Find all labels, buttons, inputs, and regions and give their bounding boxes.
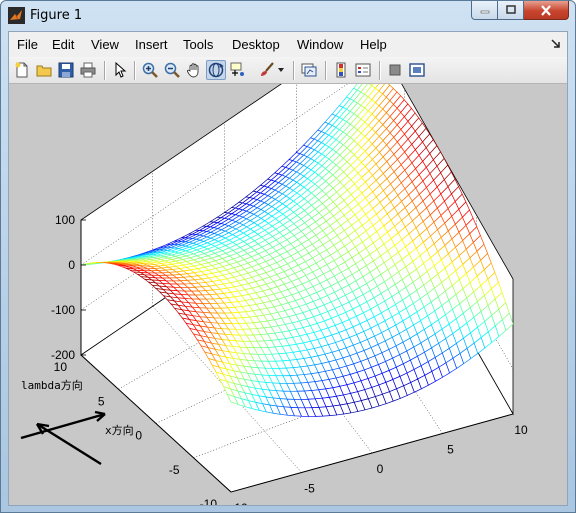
y-tick-label: 0 (135, 429, 142, 443)
y-tick-label: -5 (169, 463, 180, 477)
close-button[interactable] (524, 1, 569, 20)
legend-icon (355, 63, 371, 77)
x-tick-label: 0 (377, 462, 384, 476)
menu-edit[interactable]: Edit (52, 37, 74, 52)
maximize-icon (505, 5, 516, 14)
z-tick-label: 0 (68, 258, 75, 272)
menu-tools[interactable]: Tools (183, 37, 213, 52)
arrow-pointer-icon (115, 62, 127, 78)
menu-desktop[interactable]: Desktop (232, 37, 280, 52)
dock-arrow-icon[interactable] (551, 39, 561, 49)
minimize-icon (480, 10, 489, 14)
pan-button[interactable] (184, 60, 204, 80)
y-tick-label: 5 (98, 394, 105, 408)
open-file-button[interactable] (34, 60, 54, 80)
menu-bar: File Edit View Insert Tools Desktop Wind… (9, 32, 567, 57)
printer-icon (80, 62, 96, 78)
figure-toolbar (9, 57, 567, 84)
minimize-button[interactable] (471, 1, 498, 20)
matlab-icon (8, 7, 25, 24)
brush-button[interactable] (257, 60, 277, 80)
save-icon (58, 62, 74, 78)
hand-icon (186, 63, 199, 78)
zoom-out-icon (164, 62, 180, 78)
hide-plot-tools-icon (389, 64, 401, 76)
menu-help[interactable]: Help (360, 37, 387, 52)
insert-legend-button[interactable] (353, 60, 373, 80)
colorbar-icon (336, 62, 346, 78)
menu-file[interactable]: File (17, 37, 38, 52)
zoom-out-button[interactable] (162, 60, 182, 80)
show-plot-tools-icon (409, 63, 425, 77)
direction-annotation: lambda方向 x方向 (20, 378, 134, 466)
brush-icon (261, 62, 274, 76)
insert-colorbar-button[interactable] (331, 60, 351, 80)
zoom-in-button[interactable] (140, 60, 160, 80)
x-tick-label: 10 (514, 423, 528, 437)
menu-window[interactable]: Window (297, 37, 343, 52)
title-bar[interactable]: Figure 1 (1, 1, 575, 31)
show-plot-tools-button[interactable] (407, 60, 427, 80)
figure-window: Figure 1 File Edit View Insert Tools Des… (0, 0, 576, 513)
brush-dropdown-button[interactable] (275, 60, 287, 80)
rotate-3d-icon (208, 62, 224, 78)
surface-plot[interactable]: 1000-100-2001050-5-10-10-50510 lambda方向 … (9, 84, 567, 505)
print-figure-button[interactable] (78, 60, 98, 80)
new-figure-button[interactable] (12, 60, 32, 80)
figure-client-area: File Edit View Insert Tools Desktop Wind… (8, 31, 568, 506)
x-arrow-line (20, 412, 106, 440)
z-tick-label: -100 (51, 303, 75, 317)
x-tick-label: -10 (230, 501, 248, 505)
menu-insert[interactable]: Insert (135, 37, 168, 52)
x-direction-label: x方向 (105, 423, 134, 437)
hide-plot-tools-button[interactable] (385, 60, 405, 80)
menu-view[interactable]: View (91, 37, 119, 52)
rotate-3d-button[interactable] (206, 60, 226, 80)
close-icon (541, 4, 551, 16)
y-tick-label: 10 (54, 360, 68, 374)
window-title: Figure 1 (30, 8, 83, 23)
y-tick-label: -10 (200, 497, 218, 505)
chevron-down-icon (278, 68, 284, 72)
link-plot-icon (301, 63, 317, 77)
maximize-button[interactable] (498, 1, 524, 20)
z-tick-label: 100 (55, 213, 75, 227)
data-cursor-icon (230, 62, 244, 76)
edit-plot-button[interactable] (110, 60, 130, 80)
new-file-icon (15, 62, 28, 78)
save-figure-button[interactable] (56, 60, 76, 80)
link-plot-button[interactable] (299, 60, 319, 80)
lambda-direction-label: lambda方向 (21, 378, 83, 392)
x-tick-label: -5 (304, 482, 315, 496)
x-tick-label: 5 (447, 443, 454, 457)
zoom-in-icon (142, 62, 158, 78)
data-cursor-button[interactable] (228, 60, 248, 80)
folder-icon (36, 65, 52, 77)
figure-canvas[interactable]: 1000-100-2001050-5-10-10-50510 lambda方向 … (9, 84, 567, 505)
